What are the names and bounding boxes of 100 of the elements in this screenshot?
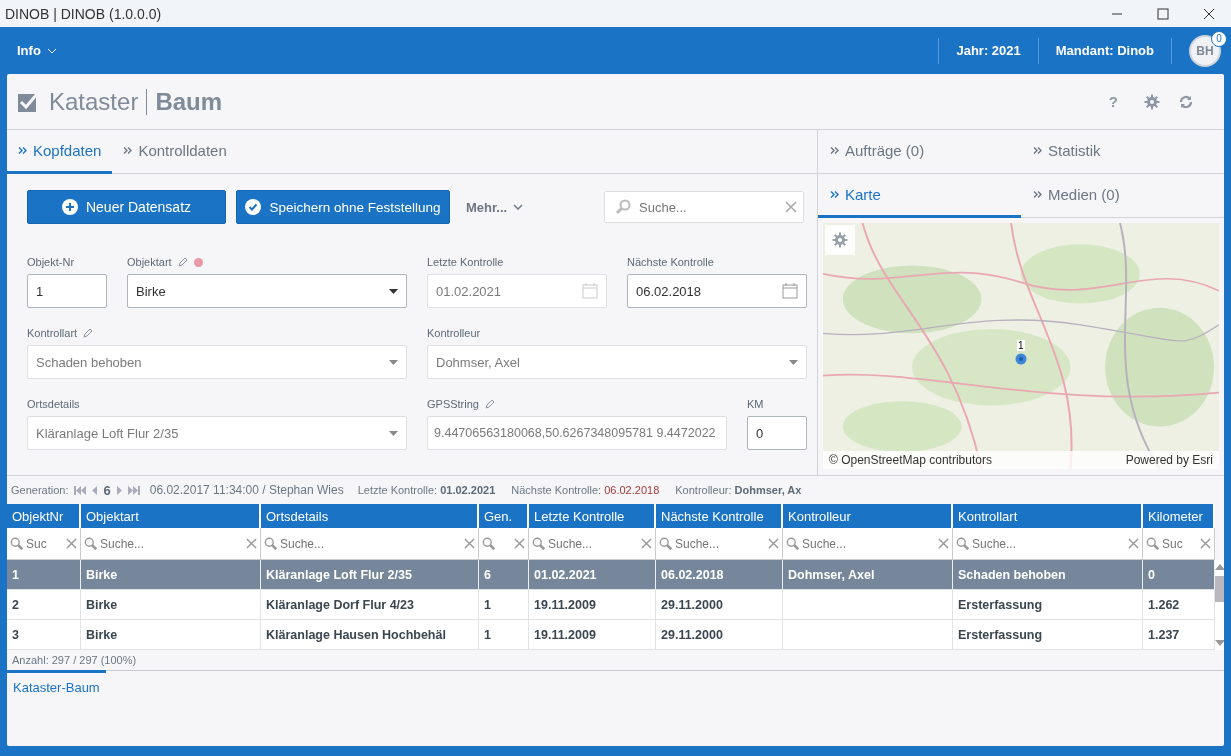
- clear-icon[interactable]: [66, 538, 77, 549]
- caret-icon: [789, 359, 798, 365]
- map-marker-icon[interactable]: [1015, 353, 1027, 365]
- help-button[interactable]: ?: [1108, 93, 1118, 110]
- date-field[interactable]: 06.02.2018: [627, 274, 807, 308]
- filter-input[interactable]: Suc: [1162, 536, 1198, 551]
- new-record-button[interactable]: Neuer Datensatz: [27, 190, 226, 224]
- clear-icon[interactable]: [1200, 538, 1211, 549]
- tab[interactable]: Kataster-Baum: [7, 670, 106, 701]
- column-header[interactable]: ObjektNr: [7, 504, 81, 528]
- table-row[interactable]: 3 Birke Kläranlage Hausen Hochbehäl 1 19.11.2009 29.11.2000 Ersterfassung 1.237: [7, 620, 1215, 650]
- clear-icon[interactable]: [514, 538, 525, 549]
- filter-field[interactable]: Suche...: [261, 528, 479, 560]
- next-icon[interactable]: [116, 485, 122, 495]
- table-cell: 1: [484, 597, 491, 612]
- input-field[interactable]: 1: [27, 274, 107, 308]
- filter-input[interactable]: Suche...: [972, 536, 1126, 551]
- clear-icon[interactable]: [938, 538, 949, 549]
- filter-input[interactable]: Suche...: [100, 536, 244, 551]
- scroll-down-icon[interactable]: [1215, 640, 1224, 646]
- previous-icon[interactable]: [92, 485, 98, 495]
- settings-icon[interactable]: [1144, 93, 1160, 110]
- last-icon[interactable]: [127, 485, 140, 495]
- clear-icon[interactable]: [641, 538, 652, 549]
- filter-input[interactable]: Suc: [26, 536, 64, 551]
- table-cell: 1.237: [1148, 627, 1180, 642]
- pencil-icon[interactable]: [177, 257, 188, 267]
- table-cell: Ersterfassung: [958, 627, 1043, 642]
- calendar-icon[interactable]: [782, 283, 798, 299]
- input-field[interactable]: 0: [747, 416, 807, 450]
- column-header[interactable]: Gen.: [479, 504, 529, 528]
- filter-input[interactable]: Suche...: [675, 536, 766, 551]
- tab[interactable]: Karte: [818, 174, 1021, 218]
- column-header[interactable]: Letzte Kontrolle: [529, 504, 656, 528]
- tab[interactable]: Kopfdaten: [7, 130, 113, 174]
- table-cell: Birke: [86, 567, 118, 582]
- client-label[interactable]: Mandant: Dinob: [1055, 43, 1154, 58]
- column-header[interactable]: Ortsdetails: [261, 504, 479, 528]
- column-header[interactable]: Kilometer: [1143, 504, 1215, 528]
- table-cell: 0: [1148, 567, 1155, 582]
- tab[interactable]: Aufträge (0): [818, 130, 1021, 174]
- table-row[interactable]: 2 Birke Kläranlage Dorf Flur 4/23 1 19.11.2009 29.11.2000 Ersterfassung 1.262: [7, 590, 1215, 620]
- search-field[interactable]: Suche...: [604, 191, 804, 223]
- filter-field[interactable]: Suche...: [783, 528, 953, 560]
- column-header[interactable]: Kontrollart: [953, 504, 1143, 528]
- tab[interactable]: Medien (0): [1021, 174, 1224, 218]
- search-icon: [532, 536, 546, 551]
- check-circle-icon: [245, 199, 262, 215]
- filter-field[interactable]: Suc: [7, 528, 81, 560]
- field-label: Objekt-Nr: [27, 256, 75, 268]
- column-header[interactable]: Nächste Kontrolle: [656, 504, 783, 528]
- clear-icon[interactable]: [246, 538, 257, 549]
- filter-field[interactable]: Suche...: [953, 528, 1143, 560]
- filter-field[interactable]: Suche...: [81, 528, 261, 560]
- table-cell: 2: [12, 597, 19, 612]
- tab[interactable]: Statistik: [1021, 130, 1224, 174]
- first-icon[interactable]: [74, 485, 87, 495]
- filter-input[interactable]: Suche...: [802, 536, 936, 551]
- save-button[interactable]: Speichern ohne Feststellung: [236, 190, 450, 224]
- chevron-down-icon: [46, 47, 57, 54]
- table-cell: 01.02.2021: [534, 567, 597, 582]
- chevron-down-icon: [513, 204, 524, 210]
- column-header[interactable]: Kontrolleur: [783, 504, 953, 528]
- more-menu[interactable]: Mehr...: [460, 198, 530, 216]
- filter-field[interactable]: Suc: [1143, 528, 1215, 560]
- map-settings-button[interactable]: [825, 225, 855, 255]
- generation-label: Generation:: [11, 484, 69, 496]
- filter-field[interactable]: [479, 528, 529, 560]
- table-cell: Kläranlage Dorf Flur 4/23: [266, 597, 414, 612]
- clear-icon[interactable]: [1128, 538, 1139, 549]
- table-cell: 19.11.2009: [534, 627, 596, 642]
- clear-icon[interactable]: [768, 538, 779, 549]
- filter-field[interactable]: Suche...: [656, 528, 783, 560]
- close-icon[interactable]: [1203, 7, 1215, 20]
- search-icon: [482, 536, 496, 551]
- maximize-icon[interactable]: [1157, 7, 1169, 20]
- table-cell: Kläranlage Loft Flur 2/35: [266, 567, 412, 582]
- table-row[interactable]: 1 Birke Kläranlage Loft Flur 2/35 6 01.02.2021 06.02.2018 Dohmser, Axel Schaden behoben 0: [7, 560, 1215, 590]
- page-subtitle: Baum: [155, 87, 223, 116]
- filter-field[interactable]: Suche...: [529, 528, 656, 560]
- search-input[interactable]: Suche...: [637, 198, 779, 216]
- scroll-up-icon[interactable]: [1215, 564, 1224, 570]
- dropdown[interactable]: Birke: [127, 274, 407, 308]
- table-cell: 29.11.2000: [661, 627, 723, 642]
- double-chevron-icon: [830, 191, 839, 198]
- clear-icon[interactable]: [464, 538, 475, 549]
- double-chevron-icon: [18, 147, 27, 154]
- column-header[interactable]: Objektart: [81, 504, 261, 528]
- info-menu[interactable]: Info: [17, 43, 57, 58]
- filter-input[interactable]: Suche...: [548, 536, 639, 551]
- plus-circle-icon: [61, 199, 78, 215]
- year-label[interactable]: Jahr: 2021: [956, 43, 1021, 58]
- double-chevron-icon: [1033, 191, 1042, 198]
- table-cell: 19.11.2009: [534, 597, 596, 612]
- search-icon: [84, 536, 98, 551]
- field-label: KM: [747, 398, 764, 410]
- tab[interactable]: Kontrolldaten: [112, 130, 238, 174]
- refresh-icon[interactable]: [1178, 93, 1194, 110]
- filter-input[interactable]: Suche...: [280, 536, 462, 551]
- clear-icon[interactable]: [785, 201, 797, 213]
